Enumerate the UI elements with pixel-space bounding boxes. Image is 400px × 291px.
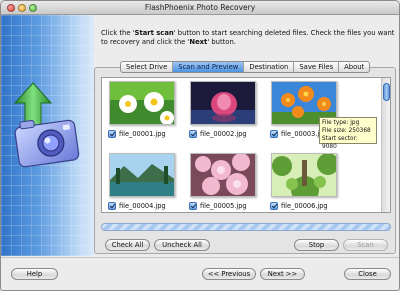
footer-divider xyxy=(1,257,399,258)
landscape-icon[interactable] xyxy=(109,153,175,197)
scan-button[interactable]: Scan xyxy=(343,239,388,251)
app-window: FlashPhoenix Photo Recovery Click the 'S… xyxy=(0,0,400,291)
scan-progress-bar xyxy=(101,223,391,231)
gallery-scrollbar[interactable] xyxy=(381,78,390,212)
instructions-part3: ' button. xyxy=(207,38,236,46)
file-name: file_00005.jpg xyxy=(200,202,247,210)
check-all-button[interactable]: Check All xyxy=(105,239,150,251)
instructions-part1: Click the ' xyxy=(101,29,135,37)
pink-flower-icon[interactable] xyxy=(190,81,256,125)
next-button[interactable]: Next >> xyxy=(260,268,305,280)
file-name: file_00004.jpg xyxy=(119,202,166,210)
stop-button[interactable]: Stop xyxy=(294,239,339,251)
tooltip-start-sector: Start sector: 9080 xyxy=(322,136,358,150)
file-checkbox[interactable] xyxy=(189,202,197,210)
file-checkbox[interactable] xyxy=(270,130,278,138)
wizard-tabs: Select Drive Scan and Preview Destinatio… xyxy=(120,61,371,73)
close-button[interactable]: Close xyxy=(344,268,391,280)
thumbnail-item[interactable]: file_00001.jpg xyxy=(104,81,180,139)
forest-icon[interactable] xyxy=(271,153,337,197)
file-name: file_00001.jpg xyxy=(119,130,166,138)
instructions-next-ref: Next xyxy=(189,38,208,46)
tab-save-files[interactable]: Save Files xyxy=(294,62,340,72)
tab-about[interactable]: About xyxy=(339,62,369,72)
cherry-blossom-icon[interactable] xyxy=(190,153,256,197)
file-name: file_00002.jpg xyxy=(200,130,247,138)
thumbnail-item[interactable]: file_00004.jpg xyxy=(104,153,180,211)
wizard-side-panel xyxy=(1,15,94,256)
help-button[interactable]: Help xyxy=(11,268,58,280)
tab-select-drive[interactable]: Select Drive xyxy=(121,62,174,72)
window-title: FlashPhoenix Photo Recovery xyxy=(144,3,256,12)
uncheck-all-button[interactable]: Uncheck All xyxy=(154,239,210,251)
thumbnail-item[interactable]: file_00006.jpg xyxy=(266,153,342,211)
tab-destination[interactable]: Destination xyxy=(244,62,295,72)
tooltip-file-size: File size: 250368 xyxy=(322,128,371,134)
previous-button[interactable]: << Previous xyxy=(202,268,256,280)
title-bar[interactable]: FlashPhoenix Photo Recovery xyxy=(1,1,399,15)
daisies-icon[interactable] xyxy=(109,81,175,125)
file-checkbox[interactable] xyxy=(108,130,116,138)
tab-scan-and-preview[interactable]: Scan and Preview xyxy=(173,62,245,72)
instructions-start-scan-ref: Start scan xyxy=(134,29,174,37)
thumbnail-item[interactable]: file_00005.jpg xyxy=(185,153,261,211)
tooltip-file-type: File type: jpg xyxy=(322,120,360,126)
file-checkbox[interactable] xyxy=(189,130,197,138)
file-info-tooltip: File type: jpg File size: 250368 Start s… xyxy=(319,117,377,150)
file-name: file_00006.jpg xyxy=(281,202,328,210)
thumbnail-item[interactable]: file_00002.jpg xyxy=(185,81,261,139)
camera-recovery-icon xyxy=(13,82,80,168)
instructions-text: Click the 'Start scan' button to start s… xyxy=(101,29,395,47)
scrollbar-thumb[interactable] xyxy=(383,83,390,101)
file-checkbox[interactable] xyxy=(270,202,278,210)
file-checkbox[interactable] xyxy=(108,202,116,210)
